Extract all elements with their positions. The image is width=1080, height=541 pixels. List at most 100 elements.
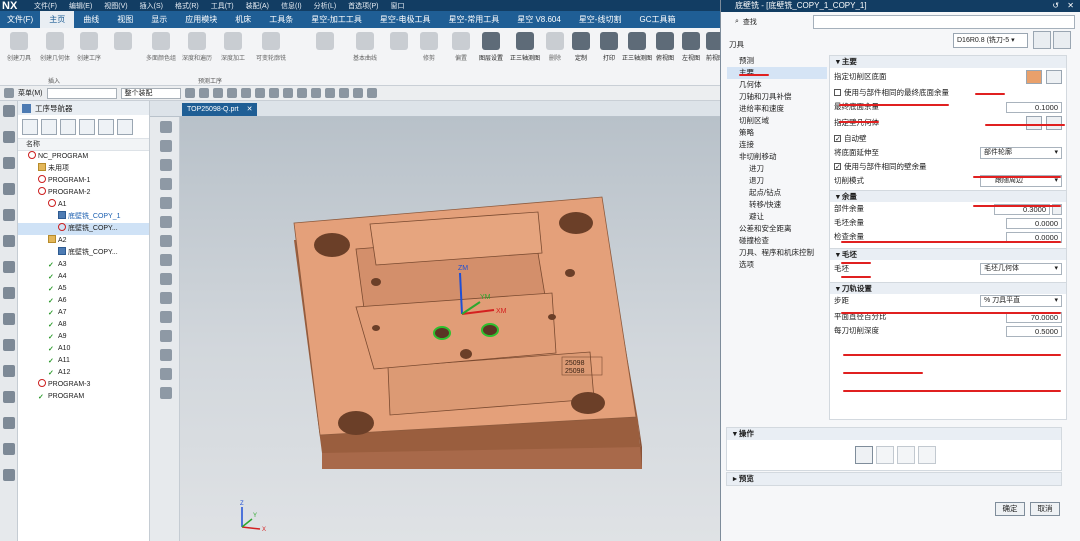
tree-row[interactable]: 底壁铣_COPY... bbox=[18, 247, 149, 259]
ribbon-tab[interactable]: 星空 V8.604 bbox=[508, 11, 570, 28]
dialog-nav-item[interactable]: 起点/钻点 bbox=[727, 187, 827, 199]
dialog-nav-item[interactable]: 公差和安全距离 bbox=[727, 223, 827, 235]
view-tool-icon[interactable] bbox=[160, 140, 172, 152]
dialog-nav-item[interactable]: 刀轴和刀具补偿 bbox=[727, 91, 827, 103]
view-icon[interactable] bbox=[296, 88, 307, 98]
ok-button[interactable]: 确定 bbox=[995, 502, 1025, 516]
type-filter-select[interactable] bbox=[46, 87, 117, 99]
view-tool-icon[interactable] bbox=[160, 368, 172, 380]
tree-row[interactable]: ✓ A6 bbox=[18, 295, 149, 307]
section-operations[interactable]: ▾ 操作 bbox=[727, 428, 1061, 440]
verify-icon[interactable] bbox=[897, 446, 915, 464]
select-wall-icon[interactable] bbox=[1026, 116, 1042, 130]
ribbon-button[interactable]: 打印 bbox=[594, 32, 624, 62]
ribbon-button[interactable]: 正三轴测图 bbox=[510, 32, 540, 62]
resource-tab-icon[interactable] bbox=[3, 469, 15, 481]
dialog-nav-item[interactable]: 退刀 bbox=[727, 175, 827, 187]
window-controls[interactable]: ↺ ✕ bbox=[1052, 0, 1077, 12]
view-tool-icon[interactable] bbox=[160, 311, 172, 323]
resource-tab-icon[interactable] bbox=[3, 313, 15, 325]
view-tool-icon[interactable] bbox=[160, 235, 172, 247]
tree-row[interactable]: ✓ A3 bbox=[18, 259, 149, 271]
show-icon[interactable] bbox=[352, 88, 363, 98]
ribbon-button[interactable]: 创建刀具 bbox=[4, 32, 34, 62]
dialog-nav-item[interactable]: 避让 bbox=[727, 211, 827, 223]
select-icon[interactable] bbox=[198, 88, 209, 98]
ribbon-button[interactable]: 修剪 bbox=[414, 32, 444, 62]
view-tool-icon[interactable] bbox=[160, 387, 172, 399]
expand-icon[interactable] bbox=[98, 118, 114, 135]
menu-item[interactable]: 插入(S) bbox=[134, 1, 169, 11]
menu-item[interactable]: 装配(A) bbox=[240, 1, 275, 11]
point-icon[interactable] bbox=[212, 88, 223, 98]
tree-row[interactable]: 底壁铣_COPY... bbox=[18, 223, 149, 235]
menu-item[interactable]: 窗口 bbox=[385, 1, 411, 11]
tree-row[interactable]: 底壁铣_COPY_1 bbox=[18, 211, 149, 223]
resource-tab-icon[interactable] bbox=[3, 209, 15, 221]
ribbon-button[interactable]: 深度加工 bbox=[218, 32, 248, 62]
resource-tab-icon[interactable] bbox=[3, 443, 15, 455]
section-stock[interactable]: ▾ 余量 bbox=[830, 190, 1066, 202]
select-floor-icon[interactable] bbox=[1026, 70, 1042, 84]
view-tool-icon[interactable] bbox=[160, 159, 172, 171]
ribbon-tab[interactable]: 曲线 bbox=[74, 11, 108, 28]
document-tab[interactable]: TOP25098-Q.prt ✕ bbox=[182, 103, 258, 116]
section-preview[interactable]: ▸ 预览 bbox=[726, 472, 1062, 486]
menu-item[interactable]: 编辑(E) bbox=[63, 1, 98, 11]
stepover-select[interactable]: % 刀具平直 bbox=[980, 295, 1062, 307]
resource-tab-icon[interactable] bbox=[3, 339, 15, 351]
ribbon-button[interactable] bbox=[384, 32, 414, 53]
ribbon-tab[interactable]: 机床 bbox=[226, 11, 260, 28]
tree-row[interactable]: ✓ PROGRAM bbox=[18, 391, 149, 403]
resource-tab-icon[interactable] bbox=[3, 183, 15, 195]
tree-row[interactable]: A2 bbox=[18, 235, 149, 247]
geometry-view-icon[interactable] bbox=[60, 118, 76, 135]
ribbon-button[interactable] bbox=[310, 32, 340, 53]
generate-icon[interactable] bbox=[855, 446, 873, 464]
section-main[interactable]: ▾ 主要 bbox=[830, 56, 1066, 68]
tree-row[interactable]: PROGRAM-1 bbox=[18, 175, 149, 187]
auto-wall-checkbox[interactable] bbox=[834, 133, 841, 147]
ribbon-tab[interactable]: 星空-线切割 bbox=[570, 11, 631, 28]
view-tool-icon[interactable] bbox=[160, 349, 172, 361]
graphics-window[interactable]: ZM YM XM 25098 25098 Z Y X bbox=[180, 117, 720, 541]
dialog-nav-item[interactable]: 碰撞检查 bbox=[727, 235, 827, 247]
ribbon-button[interactable]: 多面颜色组 bbox=[146, 32, 176, 62]
tool-select[interactable]: D16R0.8 (铣刀-5 ▾ bbox=[953, 33, 1028, 48]
dialog-nav-item[interactable]: 连接 bbox=[727, 139, 827, 151]
blank-select[interactable]: 毛坯几何体 bbox=[980, 263, 1062, 275]
search-input[interactable] bbox=[813, 15, 1075, 29]
blank-stock-input[interactable]: 0.0000 bbox=[1006, 218, 1062, 229]
method-view-icon[interactable] bbox=[79, 118, 95, 135]
tree-row[interactable]: ✓ A4 bbox=[18, 271, 149, 283]
ribbon-tab[interactable]: 视图 bbox=[108, 11, 142, 28]
ribbon-tab[interactable]: 主页 bbox=[40, 11, 75, 28]
tree-row[interactable]: A1 bbox=[18, 199, 149, 211]
view-tool-icon[interactable] bbox=[160, 216, 172, 228]
edit-tool-icon[interactable] bbox=[1053, 31, 1071, 49]
ribbon-tab[interactable]: GC工具箱 bbox=[630, 11, 684, 28]
ribbon-button[interactable]: 正三轴测图 bbox=[622, 32, 652, 62]
center-icon[interactable] bbox=[254, 88, 265, 98]
mid-point-icon[interactable] bbox=[240, 88, 251, 98]
tree-row[interactable]: NC_PROGRAM bbox=[18, 151, 149, 163]
new-tool-icon[interactable] bbox=[1033, 31, 1051, 49]
dialog-nav-item[interactable]: 转移/快速 bbox=[727, 199, 827, 211]
resource-tab-icon[interactable] bbox=[3, 365, 15, 377]
final-floor-input[interactable]: 0.1000 bbox=[1006, 102, 1062, 113]
resource-tab-icon[interactable] bbox=[3, 105, 15, 117]
dialog-nav-item[interactable]: 进给率和速度 bbox=[727, 103, 827, 115]
list-icon[interactable] bbox=[918, 446, 936, 464]
ribbon-button[interactable]: 图层设置 bbox=[476, 32, 506, 62]
tree-row[interactable]: PROGRAM-2 bbox=[18, 187, 149, 199]
dialog-nav-item[interactable]: 切削区域 bbox=[727, 115, 827, 127]
close-icon[interactable]: ✕ bbox=[247, 106, 253, 113]
ribbon-button[interactable]: 定制 bbox=[566, 32, 596, 62]
dialog-nav-item[interactable]: 预测 bbox=[727, 55, 827, 67]
menu-item[interactable]: 格式(R) bbox=[169, 1, 205, 11]
dialog-nav-item[interactable]: 策略 bbox=[727, 127, 827, 139]
menu-item[interactable]: 工具(T) bbox=[205, 1, 240, 11]
resource-tab-icon[interactable] bbox=[3, 287, 15, 299]
ribbon-tab[interactable]: 星空-常用工具 bbox=[440, 11, 509, 28]
view-tool-icon[interactable] bbox=[160, 292, 172, 304]
